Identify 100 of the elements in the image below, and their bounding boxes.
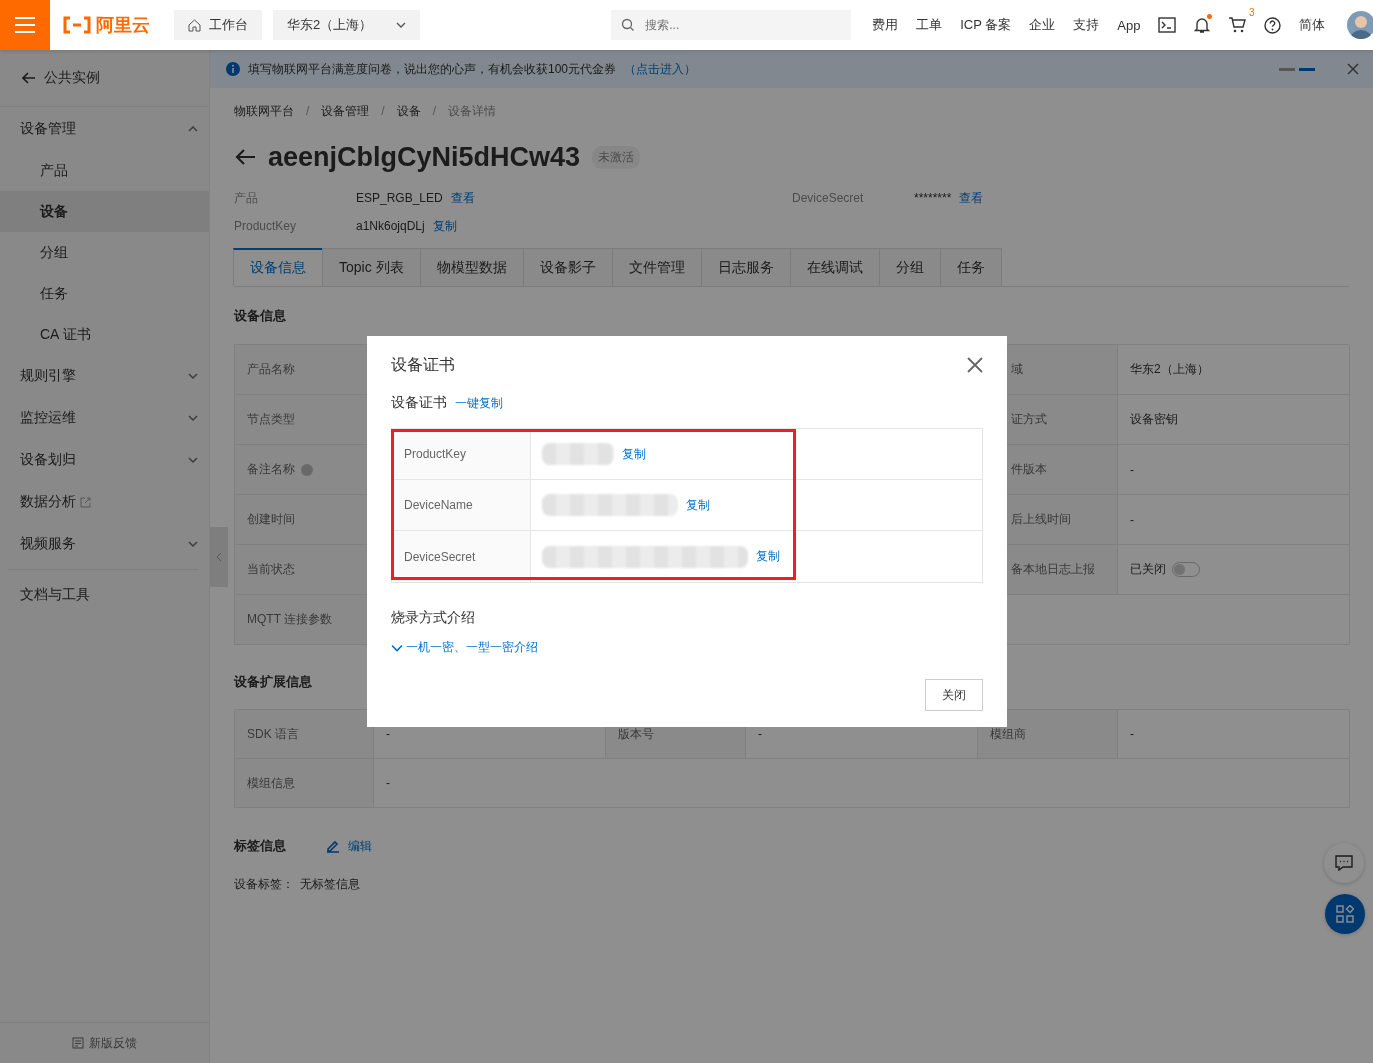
chat-icon	[1335, 855, 1353, 871]
logo-icon	[62, 16, 92, 34]
cart-count: 3	[1248, 7, 1255, 18]
edit-link[interactable]: 编辑	[326, 837, 372, 855]
header-link[interactable]: ICP 备案	[960, 16, 1012, 34]
notice-link[interactable]: （点击进入）	[624, 60, 697, 78]
table-cell: -	[1118, 445, 1350, 495]
breadcrumb-link[interactable]: 设备详情	[448, 102, 497, 120]
notice-text: 填写物联网平台满意度问卷，说出您的心声，有机会收获100元代金券	[248, 60, 617, 78]
sidebar-item[interactable]: 产品	[0, 150, 209, 191]
tab[interactable]: 任务	[939, 248, 1002, 286]
copy-link[interactable]: 复制	[686, 496, 710, 514]
region-dropdown[interactable]: 华东2（上海）	[273, 10, 421, 40]
dialog-subtitle: 设备证书	[391, 394, 447, 412]
collapse-handle[interactable]	[210, 527, 228, 587]
sidebar-group[interactable]: 设备管理	[0, 108, 209, 150]
sidebar-group[interactable]: 监控运维	[0, 397, 209, 439]
breadcrumb-separator: /	[432, 104, 437, 118]
toggle-switch[interactable]	[1172, 562, 1200, 577]
apps-icon	[1336, 905, 1354, 923]
tab[interactable]: 文件管理	[611, 248, 702, 286]
search-box[interactable]: 搜索...	[611, 10, 852, 40]
sidebar-item[interactable]: 任务	[0, 273, 209, 314]
field-action-link[interactable]: 查看	[450, 189, 475, 207]
table-label-cell: 模组商	[978, 710, 1118, 759]
sidebar-group[interactable]: 设备划归	[0, 439, 209, 481]
terminal-icon[interactable]	[1158, 17, 1177, 33]
breadcrumb-link[interactable]: 设备	[396, 102, 421, 120]
tag-value: 无标签信息	[300, 876, 360, 893]
field-action-link[interactable]: 复制	[432, 217, 457, 235]
field-value: a1Nk6ojqDLj	[356, 219, 425, 233]
table-cell: 设备密钥	[1118, 395, 1350, 445]
close-dialog-button[interactable]: 关闭	[925, 679, 983, 711]
section-title: 设备扩展信息	[234, 673, 312, 691]
document-icon	[72, 1037, 84, 1049]
expand-link[interactable]: 一机一密、一型一密介绍	[391, 639, 983, 656]
tab[interactable]: 物模型数据	[419, 248, 524, 286]
close-icon[interactable]	[1347, 63, 1359, 75]
pager-dash[interactable]	[1279, 67, 1295, 71]
tab[interactable]: 设备信息	[233, 248, 323, 286]
sidebar-group[interactable]: 视频服务	[0, 523, 209, 565]
copy-link[interactable]: 复制	[756, 548, 780, 565]
back-arrow-icon[interactable]	[234, 148, 256, 166]
field-value: ESP_RGB_LED	[356, 191, 443, 205]
dialog-title: 设备证书	[391, 354, 455, 375]
section-title: 设备信息	[234, 306, 286, 325]
close-button[interactable]	[967, 357, 983, 373]
field-label: DeviceSecret	[792, 191, 865, 205]
field-action-link[interactable]: 查看	[959, 189, 984, 207]
tab[interactable]: 在线调试	[789, 248, 880, 286]
search-field[interactable]: 搜索...	[643, 17, 824, 33]
back-link[interactable]: 公共实例	[0, 50, 209, 107]
header-link[interactable]: 工单	[916, 16, 943, 34]
table-label-cell: ProductKey	[392, 429, 531, 479]
sidebar-item[interactable]: 分组	[0, 232, 209, 273]
header-link[interactable]: 企业	[1029, 16, 1056, 34]
tab[interactable]: 分组	[878, 248, 941, 286]
tab[interactable]: Topic 列表	[322, 248, 421, 286]
workbench-button[interactable]: 工作台	[174, 10, 262, 40]
header-link[interactable]: 支持	[1073, 16, 1100, 34]
sidebar-item[interactable]: CA 证书	[0, 314, 209, 355]
header-link[interactable]: 费用	[872, 16, 899, 34]
breadcrumb-link[interactable]: 物联网平台	[234, 102, 294, 120]
feedback-link[interactable]: 新版反馈	[0, 1022, 209, 1063]
language-link[interactable]: 简体	[1299, 16, 1326, 34]
device-name: aeenjCblgCyNi5dHCw43	[268, 141, 581, 173]
sidebar-group[interactable]: 规则引擎	[0, 355, 209, 397]
avatar[interactable]	[1347, 11, 1373, 39]
table-label-cell: DeviceSecret	[392, 531, 531, 582]
tab[interactable]: 设备影子	[522, 248, 613, 286]
field-label: ProductKey	[234, 219, 298, 233]
chat-button[interactable]	[1324, 843, 1364, 883]
breadcrumb-separator: /	[381, 104, 385, 118]
sidebar-item[interactable]: 设备	[0, 191, 209, 232]
breadcrumb-link[interactable]: 设备管理	[321, 102, 370, 120]
tag-label: 设备标签：	[234, 876, 294, 893]
back-arrow-icon	[22, 72, 36, 84]
table-cell: -	[374, 759, 1350, 808]
bell-icon[interactable]	[1194, 16, 1211, 34]
pager-dash[interactable]	[1299, 67, 1315, 71]
section-title: 烧录方式介绍	[391, 609, 476, 627]
chevron-down-icon	[396, 20, 407, 30]
breadcrumb-separator: /	[306, 104, 310, 118]
sidebar-link[interactable]: 数据分析	[20, 493, 76, 511]
tab[interactable]: 日志服务	[700, 248, 791, 286]
field-value: ********	[914, 191, 952, 205]
copy-all-link[interactable]: 一键复制	[455, 394, 503, 412]
menu-button[interactable]	[0, 0, 50, 50]
help-icon	[301, 463, 313, 476]
copy-link[interactable]: 复制	[622, 445, 646, 463]
redacted-value	[542, 443, 614, 465]
table-label-cell: SDK 语言	[235, 710, 374, 759]
sidebar-link[interactable]: 文档与工具	[0, 574, 209, 616]
help-icon[interactable]	[1264, 16, 1282, 34]
chevron-down-icon	[391, 642, 403, 653]
table-cell: 华东2（上海）	[1118, 345, 1350, 395]
apps-button[interactable]	[1325, 894, 1365, 934]
table-cell: -	[1118, 495, 1350, 545]
header-link[interactable]: App	[1117, 17, 1141, 33]
logo-text: 阿里云	[96, 14, 150, 37]
